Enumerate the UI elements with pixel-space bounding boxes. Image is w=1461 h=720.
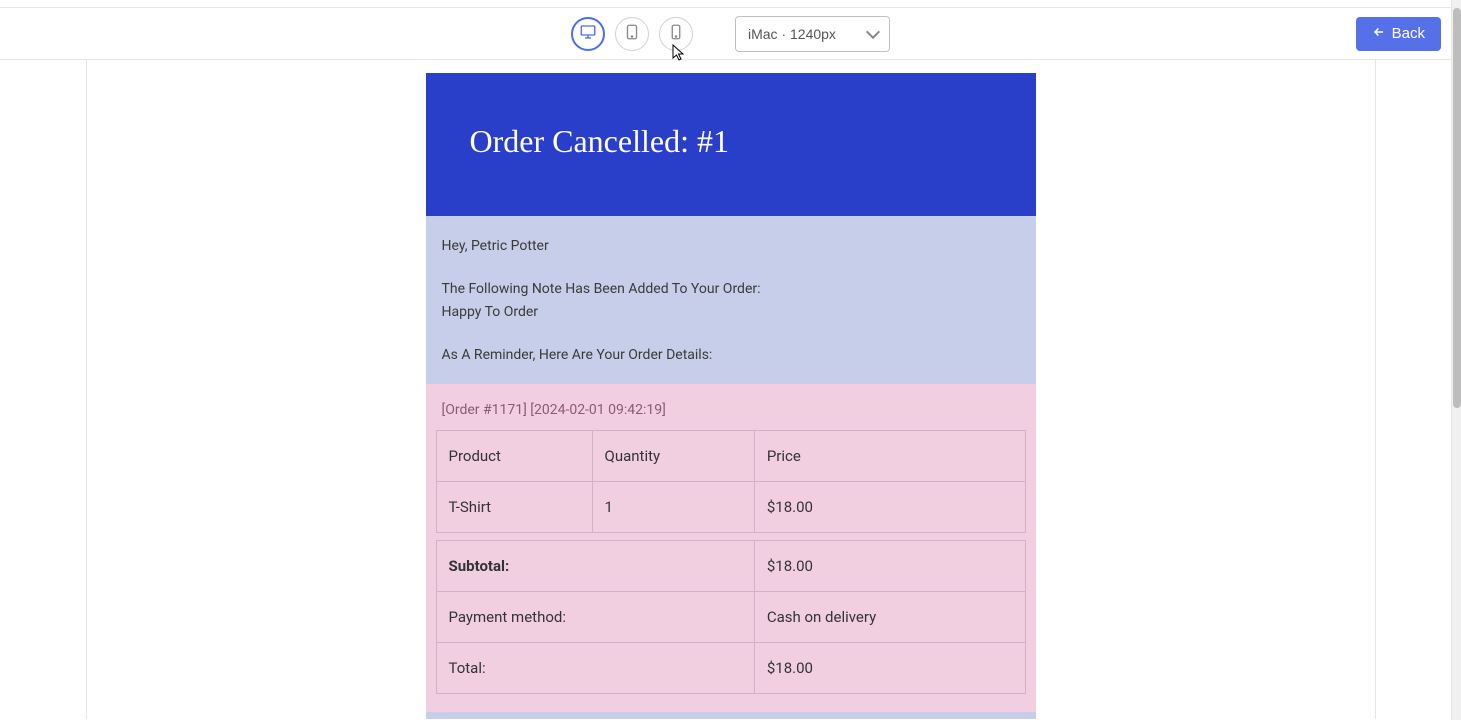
order-meta: [Order #1171] [2024-02-01 09:42:19] <box>442 402 1020 418</box>
total-label: Total: <box>436 643 754 694</box>
email-container: Order Cancelled: #1 Hey, Petric Potter T… <box>426 73 1036 719</box>
item-quantity: 1 <box>592 482 754 533</box>
order-section: [Order #1171] [2024-02-01 09:42:19] Prod… <box>426 384 1036 712</box>
preview-toolbar: iMac · 1240px Back <box>0 8 1461 60</box>
email-body: Hey, Petric Potter The Following Note Ha… <box>426 216 1036 384</box>
reminder-text: As A Reminder, Here Are Your Order Detai… <box>442 345 1020 366</box>
subtotal-value: $18.00 <box>754 541 1025 592</box>
payment-value: Cash on delivery <box>754 592 1025 643</box>
note-intro-text: The Following Note Has Been Added To You… <box>442 279 1020 300</box>
order-table: Product Quantity Price T-Shirt 1 $18.00 … <box>436 430 1026 694</box>
total-row: Total: $18.00 <box>436 643 1025 694</box>
email-title: Order Cancelled: #1 <box>470 123 992 160</box>
mobile-view-button[interactable] <box>659 17 693 51</box>
table-header-row: Product Quantity Price <box>436 431 1025 482</box>
col-price: Price <box>754 431 1025 482</box>
device-buttons: iMac · 1240px <box>571 16 890 52</box>
item-product: T-Shirt <box>436 482 592 533</box>
col-quantity: Quantity <box>592 431 754 482</box>
payment-label: Payment method: <box>436 592 754 643</box>
subtotal-label: Subtotal: <box>436 541 754 592</box>
arrow-left-icon <box>1372 25 1386 43</box>
scrollbar-thumb[interactable] <box>1453 8 1461 408</box>
scrollbar[interactable] <box>1451 0 1461 720</box>
address-section: Billing Address Shipping Address <box>426 712 1036 719</box>
subtotal-row: Subtotal: $18.00 <box>436 541 1025 592</box>
preview-frame: Order Cancelled: #1 Hey, Petric Potter T… <box>86 60 1376 719</box>
payment-row: Payment method: Cash on delivery <box>436 592 1025 643</box>
item-price: $18.00 <box>754 482 1025 533</box>
email-header: Order Cancelled: #1 <box>426 73 1036 216</box>
separator-row <box>436 533 1025 541</box>
total-value: $18.00 <box>754 643 1025 694</box>
table-row: T-Shirt 1 $18.00 <box>436 482 1025 533</box>
tablet-view-button[interactable] <box>615 17 649 51</box>
greeting-text: Hey, Petric Potter <box>442 236 1020 257</box>
desktop-icon <box>579 23 597 44</box>
tablet-icon <box>623 23 641 44</box>
mobile-icon <box>667 23 685 44</box>
viewport-select-wrap: iMac · 1240px <box>719 16 890 52</box>
note-text: Happy To Order <box>442 302 1020 323</box>
viewport-select[interactable]: iMac · 1240px <box>735 16 890 52</box>
back-button[interactable]: Back <box>1356 17 1441 51</box>
back-button-label: Back <box>1392 25 1425 42</box>
desktop-view-button[interactable] <box>571 17 605 51</box>
col-product: Product <box>436 431 592 482</box>
